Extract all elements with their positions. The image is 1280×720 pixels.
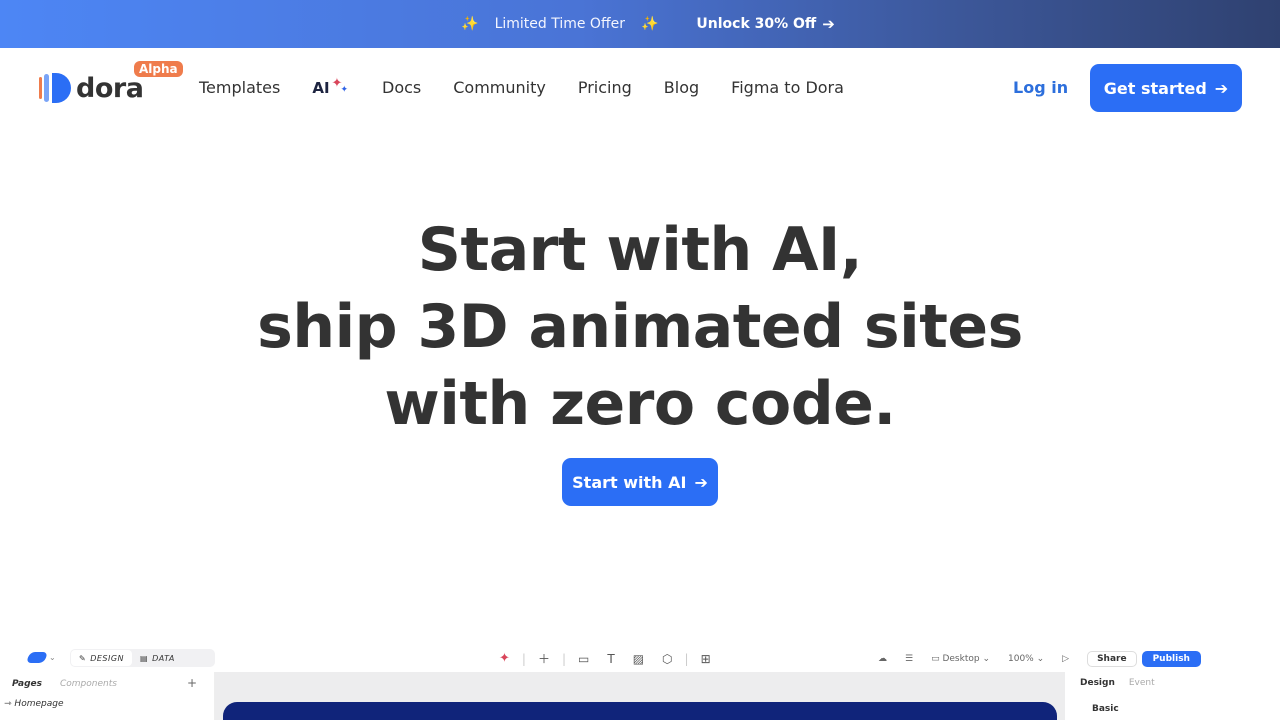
sparkles-icon: ✨	[461, 16, 479, 32]
settings-sliders-icon: ☰	[905, 654, 914, 664]
left-panel-tabs: Pages Components	[12, 679, 117, 689]
device-select: ▭ Desktop ⌄	[931, 654, 990, 664]
image-icon: ▨	[632, 651, 645, 666]
cloud-icon: ☁	[878, 654, 887, 664]
nav-templates[interactable]: Templates	[199, 78, 280, 97]
page-arrow-icon: ⇾	[4, 699, 12, 709]
editor-preview: ⌄ ✎ DESIGN ▤ DATA ✦ | ＋ | ▭ T ▨ ⬡ | ⊞ ☁	[0, 644, 1280, 720]
promo-text: Limited Time Offer	[494, 16, 625, 32]
editor-publish-button: Publish	[1141, 651, 1201, 667]
arrow-right-icon: ➔	[822, 15, 835, 33]
play-icon: ▷	[1062, 654, 1070, 664]
sparkle-small-icon: ✦	[340, 84, 348, 95]
tab-design: Design	[1080, 678, 1115, 688]
dora-logo-icon	[39, 73, 71, 103]
editor-right-panel: Design Event Basic	[1065, 672, 1280, 720]
right-panel-tabs: Design Event	[1080, 678, 1155, 688]
page-item-label: Homepage	[14, 699, 64, 709]
start-with-ai-button[interactable]: Start with AI ➔	[562, 458, 718, 506]
hero-line-3: with zero code.	[384, 369, 896, 439]
hero-headline: Start with AI, ship 3D animated sites wi…	[0, 212, 1280, 443]
hero-line-1: Start with AI,	[417, 215, 863, 285]
divider: |	[521, 651, 526, 666]
editor-left-panel: Pages Components + ⇾ Homepage	[0, 672, 215, 720]
top-navigation: dora Alpha Templates AI ✦ ✦ Docs Communi…	[0, 48, 1280, 128]
promo-unlock-link[interactable]: Unlock 30% Off ➔	[696, 15, 834, 33]
add-icon: ＋	[537, 652, 550, 666]
editor-logo-menu: ⌄	[25, 652, 56, 663]
tab-event: Event	[1128, 678, 1155, 688]
zoom-label: 100%	[1008, 654, 1034, 664]
nav-pricing[interactable]: Pricing	[578, 78, 632, 97]
nav-figma-to-dora[interactable]: Figma to Dora	[731, 78, 844, 97]
mode-data-label: DATA	[152, 653, 175, 663]
zoom-select: 100% ⌄	[1008, 654, 1045, 664]
editor-tools: ✦ | ＋ | ▭ T ▨ ⬡ | ⊞	[490, 650, 720, 667]
arrow-right-icon: ➔	[1214, 78, 1229, 98]
divider: |	[684, 651, 689, 666]
tab-pages: Pages	[12, 679, 42, 689]
get-started-button[interactable]: Get started ➔	[1090, 64, 1242, 112]
get-started-label: Get started	[1103, 78, 1207, 98]
cube-icon: ⬡	[662, 651, 673, 666]
sparkles-icon: ✨	[640, 16, 659, 32]
promo-banner: ✨ Limited Time Offer ✨ Unlock 30% Off ➔	[0, 0, 1280, 48]
section-basic: Basic	[1092, 704, 1119, 714]
divider: |	[561, 651, 567, 666]
canvas-frame	[223, 702, 1057, 720]
mode-design: ✎ DESIGN	[71, 650, 133, 666]
hero-line-2: ship 3D animated sites	[257, 292, 1023, 362]
nav-blog[interactable]: Blog	[664, 78, 699, 97]
editor-toolbar: ⌄ ✎ DESIGN ▤ DATA ✦ | ＋ | ▭ T ▨ ⬡ | ⊞ ☁	[0, 644, 1280, 672]
arrow-right-icon: ➔	[694, 472, 708, 492]
page-item-homepage: ⇾ Homepage	[4, 699, 63, 709]
editor-mode-switch: ✎ DESIGN ▤ DATA	[70, 649, 215, 667]
editor-share-button: Share	[1087, 651, 1137, 667]
alpha-badge: Alpha	[134, 61, 183, 77]
login-link[interactable]: Log in	[1013, 78, 1068, 97]
components-icon: ⊞	[700, 651, 711, 666]
text-icon: T	[607, 651, 615, 666]
device-label: Desktop	[942, 654, 980, 664]
tab-components: Components	[60, 679, 117, 689]
dora-logo[interactable]: dora Alpha	[38, 61, 183, 106]
mode-design-label: DESIGN	[90, 653, 125, 663]
editor-body: Pages Components + ⇾ Homepage Design Eve…	[0, 672, 1280, 720]
nav-ai-label: AI	[312, 78, 330, 97]
ai-sparkle-icon: ✦	[499, 651, 510, 666]
nav-community[interactable]: Community	[453, 78, 546, 97]
nav-ai[interactable]: AI ✦ ✦	[312, 76, 350, 97]
mode-data: ▤ DATA	[132, 654, 183, 663]
table-icon: ▤	[140, 653, 149, 663]
chevron-down-icon: ⌄	[49, 653, 56, 662]
monitor-icon: ▭	[931, 654, 940, 664]
editor-right-controls: ☁ ☰ ▭ Desktop ⌄ 100% ⌄ ▷ Share Publish	[878, 651, 1201, 667]
promo-unlock-label: Unlock 30% Off	[696, 16, 817, 32]
brand-name: dora	[76, 72, 144, 104]
editor-canvas	[215, 672, 1065, 720]
add-page-icon: +	[187, 676, 198, 690]
rectangle-icon: ▭	[578, 651, 590, 666]
dora-mark-icon	[25, 652, 49, 663]
start-with-ai-label: Start with AI	[572, 472, 687, 492]
main-menu: Templates AI ✦ ✦ Docs Community Pricing …	[199, 76, 876, 97]
nav-docs[interactable]: Docs	[382, 78, 421, 97]
design-icon: ✎	[79, 653, 87, 663]
